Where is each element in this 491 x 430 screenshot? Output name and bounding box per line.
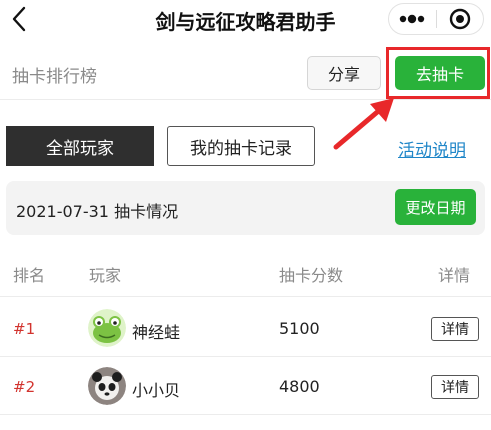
more-button[interactable] <box>389 4 436 34</box>
frog-avatar <box>88 309 126 347</box>
annotation-highlight-box <box>386 47 490 99</box>
rank-number: #1 <box>13 320 36 338</box>
date-summary: 2021-07-31 抽卡情况 <box>16 202 179 221</box>
score-value: 5100 <box>279 319 320 338</box>
more-dots-icon <box>400 14 425 24</box>
panda-avatar <box>88 367 126 405</box>
table-row: #1 神经蛙 5100 详情 <box>0 300 491 356</box>
tab-all-players[interactable]: 全部玩家 <box>6 126 154 166</box>
row-divider <box>0 356 491 357</box>
date-bar: 2021-07-31 抽卡情况 更改日期 <box>6 181 485 235</box>
annotation-arrow <box>333 98 394 150</box>
target-close-icon <box>449 8 470 30</box>
column-header-rank: 排名 <box>13 266 46 285</box>
detail-button[interactable]: 详情 <box>431 317 479 341</box>
ranking-title: 抽卡排行榜 <box>12 67 97 87</box>
back-button[interactable] <box>4 2 34 36</box>
table-row: #2 小小贝 4800 详情 <box>0 358 491 414</box>
column-header-detail: 详情 <box>438 266 471 285</box>
player-name: 小小贝 <box>132 381 181 400</box>
score-value: 4800 <box>279 377 320 396</box>
tab-my-records[interactable]: 我的抽卡记录 <box>167 126 315 166</box>
player-name: 神经蛙 <box>132 323 181 342</box>
detail-button[interactable]: 详情 <box>431 375 479 399</box>
nav-bar: 剑与远征攻略君助手 <box>0 0 491 40</box>
row-divider <box>0 414 491 415</box>
activity-info-link[interactable]: 活动说明 <box>398 136 466 161</box>
header-divider <box>0 296 491 297</box>
column-header-score: 抽卡分数 <box>279 266 344 285</box>
chevron-left-icon <box>12 6 26 32</box>
close-mini-program-button[interactable] <box>436 4 483 34</box>
mini-program-capsule <box>388 3 484 35</box>
column-header-player: 玩家 <box>89 266 122 285</box>
share-button[interactable]: 分享 <box>307 56 381 90</box>
rank-number: #2 <box>13 378 36 396</box>
change-date-button[interactable]: 更改日期 <box>395 189 476 225</box>
